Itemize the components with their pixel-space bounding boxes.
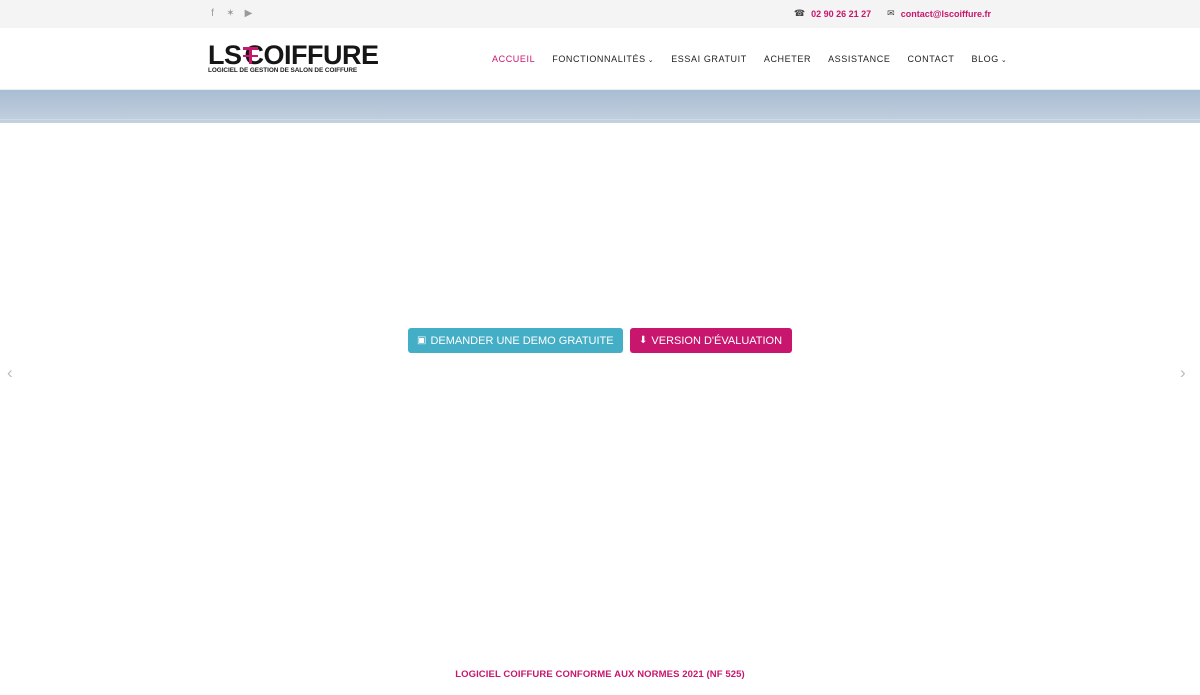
request-demo-button[interactable]: ▣ DEMANDER UNE DEMO GRATUITE <box>408 328 623 353</box>
nav-fonctionnalites[interactable]: FONCTIONNALITÉS ⌄ <box>552 54 654 64</box>
chevron-down-icon: ⌄ <box>1000 57 1008 64</box>
facebook-icon[interactable]: f <box>208 7 217 21</box>
nav-essai-label: ESSAI GRATUIT <box>671 54 747 64</box>
social-links: f ✶ ▶ <box>208 7 253 21</box>
chevron-down-icon: ⌄ <box>647 57 655 64</box>
phone-number[interactable]: 02 90 26 21 27 <box>811 9 871 19</box>
download-icon: ⬇ <box>639 335 648 346</box>
twitter-icon[interactable]: ✶ <box>226 7 235 21</box>
nav-accueil-label: ACCUEIL <box>492 54 536 64</box>
nav-acheter[interactable]: ACHETER <box>764 54 811 64</box>
nav-fonctionnalites-label: FONCTIONNALITÉS <box>552 54 646 64</box>
phone-link[interactable]: ☎ 02 90 26 21 27 <box>794 8 871 19</box>
site-logo[interactable]: LS COIFFURE LOGICIEL DE GESTION DE SALON… <box>208 40 379 75</box>
request-demo-label: DEMANDER UNE DEMO GRATUITE <box>430 334 614 347</box>
nav-accueil[interactable]: ACCUEIL <box>492 54 535 64</box>
email-link[interactable]: ✉ contact@lscoiffure.fr <box>887 8 991 19</box>
phone-icon: ☎ <box>793 8 806 18</box>
nav-blog-label: BLOG <box>971 54 999 64</box>
nav-blog[interactable]: BLOG ⌄ <box>971 54 1007 64</box>
envelope-icon: ✉ <box>887 8 895 18</box>
nav-contact-label: CONTACT <box>907 54 955 64</box>
main-nav: ACCUEIL FONCTIONNALITÉS ⌄ ESSAI GRATUIT A… <box>492 54 1024 64</box>
nav-assistance[interactable]: ASSISTANCE <box>828 54 890 64</box>
nav-essai-gratuit[interactable]: ESSAI GRATUIT <box>671 54 747 64</box>
contact-info: ☎ 02 90 26 21 27 ✉ contact@lscoiffure.fr <box>794 8 991 19</box>
hero-image <box>0 90 1200 123</box>
logo-coiffure: COIFFURE <box>244 40 380 70</box>
nav-contact[interactable]: CONTACT <box>907 54 954 64</box>
section-heading: LOGICIEL COIFFURE CONFORME AUX NORMES 20… <box>455 669 745 680</box>
youtube-icon[interactable]: ▶ <box>244 7 253 21</box>
logo-ls: LS <box>208 40 242 70</box>
slider-prev-arrow[interactable]: ‹ <box>7 364 13 381</box>
email-address[interactable]: contact@lscoiffure.fr <box>901 9 991 19</box>
slider-next-arrow[interactable]: › <box>1180 364 1186 381</box>
logo-tagline: LOGICIEL DE GESTION DE SALON DE COIFFURE <box>208 67 358 74</box>
nav-assistance-label: ASSISTANCE <box>828 54 891 64</box>
calendar-icon: ▣ <box>417 335 427 346</box>
site-header: LS COIFFURE LOGICIEL DE GESTION DE SALON… <box>0 28 1200 90</box>
nav-acheter-label: ACHETER <box>763 54 812 64</box>
top-bar: f ✶ ▶ ☎ 02 90 26 21 27 ✉ contact@lscoiff… <box>0 0 1200 28</box>
evaluation-version-button[interactable]: ⬇ VERSION D'ÉVALUATION <box>630 328 792 353</box>
logo-wordmark: LS COIFFURE <box>208 40 379 70</box>
evaluation-version-label: VERSION D'ÉVALUATION <box>651 334 783 347</box>
